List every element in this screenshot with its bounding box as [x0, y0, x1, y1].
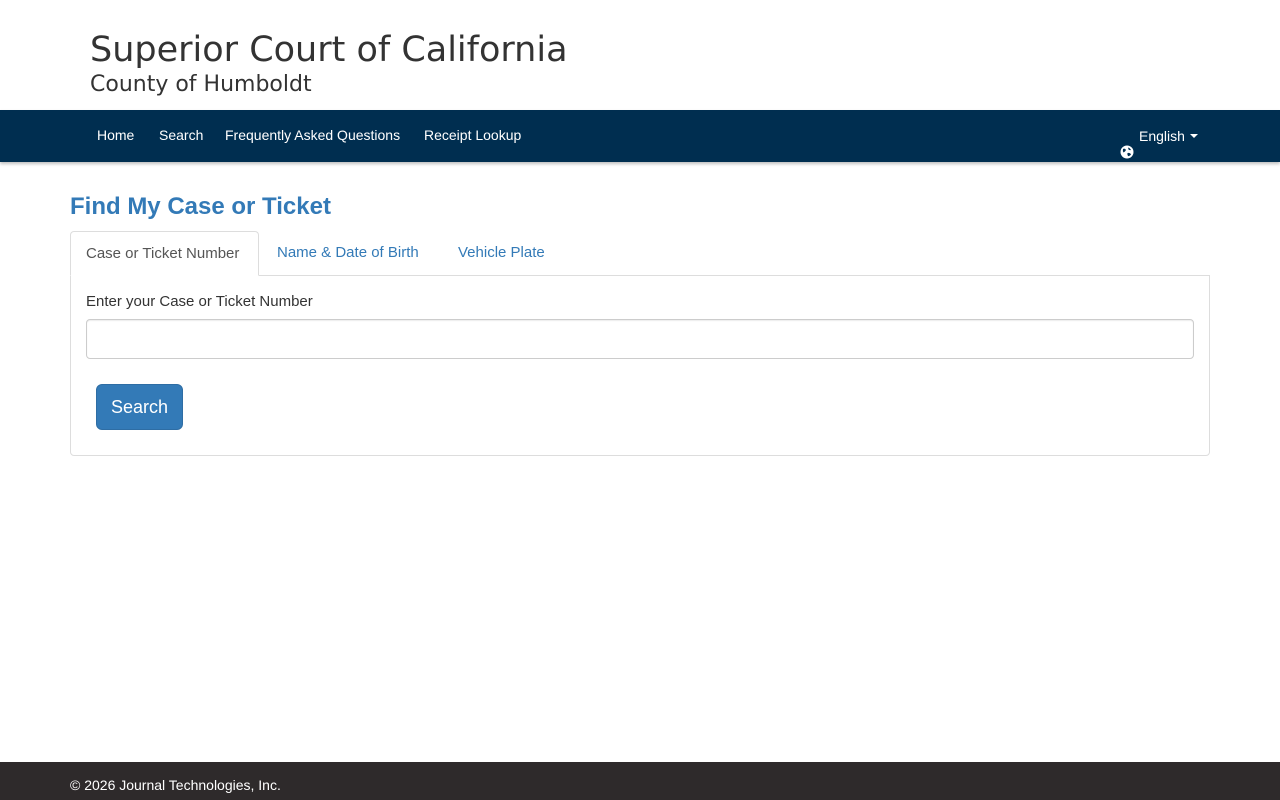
tab-case-number[interactable]: Case or Ticket Number — [70, 231, 259, 276]
page-heading: Find My Case or Ticket — [70, 193, 331, 220]
language-dropdown[interactable]: English — [1110, 110, 1208, 162]
nav-receipt-lookup-link[interactable]: Receipt Lookup — [412, 110, 533, 162]
nav-faq-link[interactable]: Frequently Asked Questions — [213, 110, 412, 162]
tab-vehicle-plate[interactable]: Vehicle Plate — [443, 231, 560, 276]
site-footer: © 2026 Journal Technologies, Inc. — [0, 762, 1280, 800]
globe-icon — [1120, 129, 1134, 159]
search-button[interactable]: Search — [96, 384, 183, 430]
site-title: Superior Court of California — [90, 30, 568, 70]
nav-home-link[interactable]: Home — [85, 110, 146, 162]
main-navbar: Home Search Frequently Asked Questions R… — [0, 110, 1280, 162]
case-search-panel: Enter your Case or Ticket Number Search — [70, 275, 1210, 456]
case-number-label: Enter your Case or Ticket Number — [86, 293, 313, 310]
tab-name-dob[interactable]: Name & Date of Birth — [262, 231, 434, 276]
case-number-input[interactable] — [86, 319, 1194, 359]
site-subtitle: County of Humboldt — [90, 72, 312, 97]
language-label: English — [1139, 128, 1185, 144]
copyright-text: © 2026 Journal Technologies, Inc. — [70, 777, 281, 793]
nav-search-link[interactable]: Search — [147, 110, 215, 162]
caret-down-icon — [1189, 134, 1198, 138]
site-header: Superior Court of California County of H… — [0, 0, 1280, 110]
search-tabs: Case or Ticket Number Name & Date of Bir… — [70, 231, 1210, 276]
